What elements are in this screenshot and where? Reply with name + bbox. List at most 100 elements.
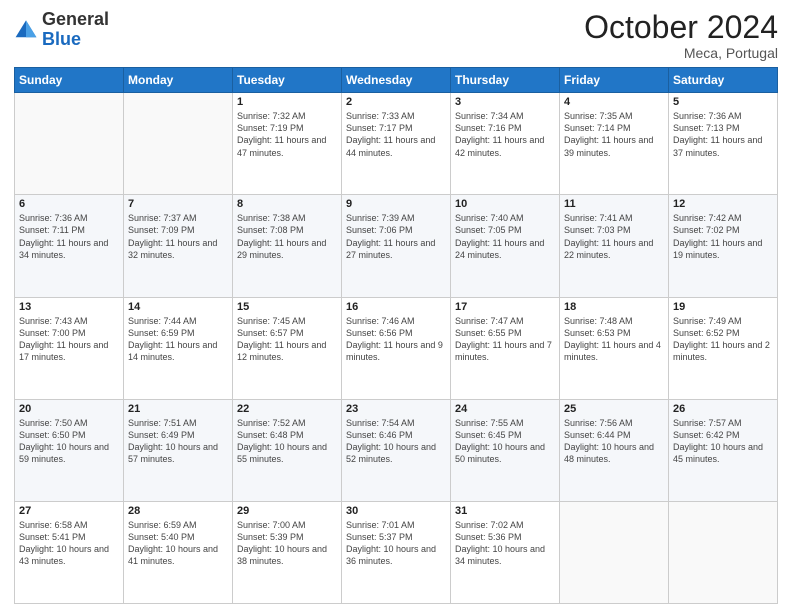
day-number: 24: [455, 403, 555, 415]
day-cell: 2 Sunrise: 7:33 AM Sunset: 7:17 PM Daylig…: [342, 93, 451, 195]
day-info: Sunrise: 7:33 AM Sunset: 7:17 PM Dayligh…: [346, 110, 446, 159]
calendar-table: SundayMondayTuesdayWednesdayThursdayFrid…: [14, 67, 778, 604]
day-cell: 13 Sunrise: 7:43 AM Sunset: 7:00 PM Dayli…: [15, 297, 124, 399]
day-info: Sunrise: 7:00 AM Sunset: 5:39 PM Dayligh…: [237, 519, 337, 568]
day-cell: 25 Sunrise: 7:56 AM Sunset: 6:44 PM Dayli…: [560, 399, 669, 501]
day-cell: 5 Sunrise: 7:36 AM Sunset: 7:13 PM Daylig…: [669, 93, 778, 195]
day-cell: [669, 501, 778, 603]
day-cell: 18 Sunrise: 7:48 AM Sunset: 6:53 PM Dayli…: [560, 297, 669, 399]
day-cell: 8Sunrise: 7:38 AM Sunset: 7:08 PM Daylig…: [233, 195, 342, 297]
day-cell: 11Sunrise: 7:41 AM Sunset: 7:03 PM Dayli…: [560, 195, 669, 297]
day-cell: 9Sunrise: 7:39 AM Sunset: 7:06 PM Daylig…: [342, 195, 451, 297]
day-cell: 22 Sunrise: 7:52 AM Sunset: 6:48 PM Dayli…: [233, 399, 342, 501]
weekday-header-monday: Monday: [124, 68, 233, 93]
header: General Blue October 2024 Meca, Portugal: [14, 10, 778, 61]
day-cell: 24Sunrise: 7:55 AM Sunset: 6:45 PM Dayli…: [451, 399, 560, 501]
day-info: Sunrise: 6:58 AM Sunset: 5:41 PM Dayligh…: [19, 519, 119, 568]
day-number: 20: [19, 403, 119, 415]
day-info: Sunrise: 7:42 AM Sunset: 7:02 PM Dayligh…: [673, 212, 773, 261]
day-cell: 27 Sunrise: 6:58 AM Sunset: 5:41 PM Dayli…: [15, 501, 124, 603]
day-cell: 21Sunrise: 7:51 AM Sunset: 6:49 PM Dayli…: [124, 399, 233, 501]
day-number: 30: [346, 505, 446, 517]
day-cell: 23Sunrise: 7:54 AM Sunset: 6:46 PM Dayli…: [342, 399, 451, 501]
day-cell: 26 Sunrise: 7:57 AM Sunset: 6:42 PM Dayli…: [669, 399, 778, 501]
day-info: Sunrise: 7:50 AM Sunset: 6:50 PM Dayligh…: [19, 417, 119, 466]
day-cell: 17Sunrise: 7:47 AM Sunset: 6:55 PM Dayli…: [451, 297, 560, 399]
day-cell: 7 Sunrise: 7:37 AM Sunset: 7:09 PM Daylig…: [124, 195, 233, 297]
day-number: 10: [455, 198, 555, 210]
day-cell: 29 Sunrise: 7:00 AM Sunset: 5:39 PM Dayli…: [233, 501, 342, 603]
day-cell: [560, 501, 669, 603]
title-block: October 2024 Meca, Portugal: [584, 10, 778, 61]
week-row-1: 1Sunrise: 7:32 AM Sunset: 7:19 PM Daylig…: [15, 93, 778, 195]
month-title: October 2024: [584, 10, 778, 45]
logo-general: General: [42, 9, 109, 29]
day-info: Sunrise: 7:52 AM Sunset: 6:48 PM Dayligh…: [237, 417, 337, 466]
day-info: Sunrise: 7:48 AM Sunset: 6:53 PM Dayligh…: [564, 315, 664, 364]
day-info: Sunrise: 7:02 AM Sunset: 5:36 PM Dayligh…: [455, 519, 555, 568]
day-number: 12: [673, 198, 773, 210]
day-cell: 1Sunrise: 7:32 AM Sunset: 7:19 PM Daylig…: [233, 93, 342, 195]
day-info: Sunrise: 7:57 AM Sunset: 6:42 PM Dayligh…: [673, 417, 773, 466]
day-info: Sunrise: 7:01 AM Sunset: 5:37 PM Dayligh…: [346, 519, 446, 568]
day-info: Sunrise: 7:46 AM Sunset: 6:56 PM Dayligh…: [346, 315, 446, 364]
day-number: 23: [346, 403, 446, 415]
day-number: 16: [346, 301, 446, 313]
weekday-header-sunday: Sunday: [15, 68, 124, 93]
day-info: Sunrise: 7:32 AM Sunset: 7:19 PM Dayligh…: [237, 110, 337, 159]
day-info: Sunrise: 7:43 AM Sunset: 7:00 PM Dayligh…: [19, 315, 119, 364]
day-number: 22: [237, 403, 337, 415]
day-cell: 15 Sunrise: 7:45 AM Sunset: 6:57 PM Dayli…: [233, 297, 342, 399]
day-number: 29: [237, 505, 337, 517]
day-cell: 16 Sunrise: 7:46 AM Sunset: 6:56 PM Dayli…: [342, 297, 451, 399]
week-row-3: 13 Sunrise: 7:43 AM Sunset: 7:00 PM Dayli…: [15, 297, 778, 399]
day-number: 15: [237, 301, 337, 313]
day-info: Sunrise: 7:37 AM Sunset: 7:09 PM Dayligh…: [128, 212, 228, 261]
day-cell: [124, 93, 233, 195]
day-info: Sunrise: 7:34 AM Sunset: 7:16 PM Dayligh…: [455, 110, 555, 159]
day-info: Sunrise: 7:49 AM Sunset: 6:52 PM Dayligh…: [673, 315, 773, 364]
day-info: Sunrise: 7:51 AM Sunset: 6:49 PM Dayligh…: [128, 417, 228, 466]
day-number: 25: [564, 403, 664, 415]
week-row-5: 27 Sunrise: 6:58 AM Sunset: 5:41 PM Dayli…: [15, 501, 778, 603]
week-row-4: 20 Sunrise: 7:50 AM Sunset: 6:50 PM Dayli…: [15, 399, 778, 501]
day-number: 31: [455, 505, 555, 517]
weekday-header-friday: Friday: [560, 68, 669, 93]
day-cell: 30 Sunrise: 7:01 AM Sunset: 5:37 PM Dayli…: [342, 501, 451, 603]
day-number: 7: [128, 198, 228, 210]
day-number: 27: [19, 505, 119, 517]
day-cell: 10 Sunrise: 7:40 AM Sunset: 7:05 PM Dayli…: [451, 195, 560, 297]
day-info: Sunrise: 7:35 AM Sunset: 7:14 PM Dayligh…: [564, 110, 664, 159]
day-info: Sunrise: 7:36 AM Sunset: 7:13 PM Dayligh…: [673, 110, 773, 159]
day-cell: 20 Sunrise: 7:50 AM Sunset: 6:50 PM Dayli…: [15, 399, 124, 501]
day-info: Sunrise: 6:59 AM Sunset: 5:40 PM Dayligh…: [128, 519, 228, 568]
day-info: Sunrise: 7:45 AM Sunset: 6:57 PM Dayligh…: [237, 315, 337, 364]
location-subtitle: Meca, Portugal: [584, 45, 778, 61]
weekday-header-wednesday: Wednesday: [342, 68, 451, 93]
day-cell: 12 Sunrise: 7:42 AM Sunset: 7:02 PM Dayli…: [669, 195, 778, 297]
page: General Blue October 2024 Meca, Portugal…: [0, 0, 792, 612]
day-number: 13: [19, 301, 119, 313]
day-number: 14: [128, 301, 228, 313]
day-info: Sunrise: 7:36 AM Sunset: 7:11 PM Dayligh…: [19, 212, 119, 261]
day-number: 28: [128, 505, 228, 517]
day-number: 26: [673, 403, 773, 415]
day-info: Sunrise: 7:40 AM Sunset: 7:05 PM Dayligh…: [455, 212, 555, 261]
weekday-header-tuesday: Tuesday: [233, 68, 342, 93]
day-number: 2: [346, 96, 446, 108]
day-cell: [15, 93, 124, 195]
day-number: 3: [455, 96, 555, 108]
day-number: 18: [564, 301, 664, 313]
day-info: Sunrise: 7:56 AM Sunset: 6:44 PM Dayligh…: [564, 417, 664, 466]
weekday-header-row: SundayMondayTuesdayWednesdayThursdayFrid…: [15, 68, 778, 93]
day-number: 6: [19, 198, 119, 210]
weekday-header-saturday: Saturday: [669, 68, 778, 93]
day-number: 5: [673, 96, 773, 108]
day-cell: 3 Sunrise: 7:34 AM Sunset: 7:16 PM Daylig…: [451, 93, 560, 195]
logo-icon: [14, 18, 38, 42]
day-number: 8: [237, 198, 337, 210]
day-number: 4: [564, 96, 664, 108]
day-number: 9: [346, 198, 446, 210]
day-info: Sunrise: 7:44 AM Sunset: 6:59 PM Dayligh…: [128, 315, 228, 364]
day-cell: 6 Sunrise: 7:36 AM Sunset: 7:11 PM Daylig…: [15, 195, 124, 297]
